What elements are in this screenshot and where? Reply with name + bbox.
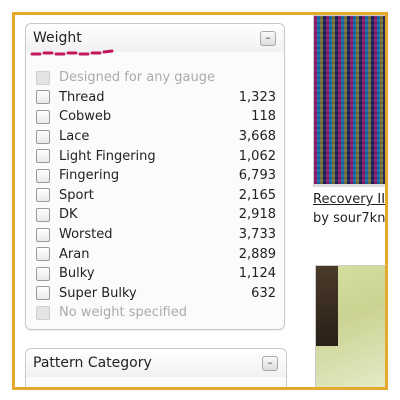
weight-option-checkbox[interactable]	[36, 207, 50, 222]
weight-option-label: Sport	[59, 187, 94, 203]
weight-option-count: 1,062	[238, 148, 276, 164]
pattern-byline: by sour7kn	[313, 211, 386, 226]
weight-option-count: 1,124	[238, 266, 276, 282]
weight-option-count: 6,793	[238, 168, 276, 184]
weight-option-row: Designed for any gauge	[36, 68, 276, 88]
weight-panel-title: Weight	[33, 30, 82, 46]
weight-option-label: Cobweb	[59, 109, 112, 125]
weight-option-checkbox[interactable]	[36, 286, 50, 301]
weight-option-row[interactable]: Fingering 6,793	[36, 166, 276, 186]
screenshot-frame: Weight – Designed for any gauge Thread 1,3…	[12, 12, 388, 390]
weight-options-list: Designed for any gauge Thread 1,323 Cobweb 1…	[26, 52, 284, 329]
weight-option-checkbox[interactable]	[36, 247, 50, 262]
weight-option-label: Lace	[59, 129, 90, 145]
weight-option-row[interactable]: Thread 1,323	[36, 88, 276, 108]
weight-option-label: Light Fingering	[59, 148, 156, 164]
category-collapse-button[interactable]: –	[262, 356, 278, 371]
squiggle-underline-icon	[30, 49, 114, 56]
weight-option-count: 2,889	[238, 246, 276, 262]
weight-option-label: Bulky	[59, 266, 95, 282]
weight-option-label: Worsted	[59, 227, 113, 243]
pattern-category-panel: Pattern Category –	[25, 348, 287, 387]
weight-option-label: Designed for any gauge	[59, 70, 216, 86]
weight-option-label: DK	[59, 207, 78, 223]
weight-option-label: Aran	[59, 246, 90, 262]
weight-option-label: Super Bulky	[59, 285, 137, 301]
weight-option-checkbox[interactable]	[36, 129, 50, 144]
weight-option-checkbox	[36, 70, 50, 85]
weight-option-row[interactable]: Lace 3,668	[36, 127, 276, 147]
filter-sidebar: Weight – Designed for any gauge Thread 1,3…	[25, 23, 285, 330]
weight-option-count: 3,733	[238, 227, 276, 243]
weight-option-checkbox[interactable]	[36, 109, 50, 124]
weight-option-row[interactable]: Bulky 1,124	[36, 264, 276, 284]
weight-option-checkbox[interactable]	[36, 168, 50, 183]
thumbnail-shadow	[316, 266, 338, 346]
weight-option-count: 2,918	[238, 207, 276, 223]
weight-option-count: 118	[251, 109, 276, 125]
weight-option-checkbox[interactable]	[36, 90, 50, 105]
weight-option-row[interactable]: Cobweb 118	[36, 107, 276, 127]
category-panel-header[interactable]: Pattern Category –	[26, 349, 286, 377]
weight-option-row[interactable]: DK 2,918	[36, 205, 276, 225]
weight-option-count: 3,668	[238, 129, 276, 145]
weight-option-checkbox[interactable]	[36, 227, 50, 242]
pattern-thumbnail-2[interactable]	[315, 265, 385, 387]
weight-option-count: 2,165	[238, 187, 276, 203]
weight-option-row[interactable]: Worsted 3,733	[36, 225, 276, 245]
weight-option-checkbox[interactable]	[36, 149, 50, 164]
weight-option-checkbox[interactable]	[36, 266, 50, 281]
weight-option-row[interactable]: Super Bulky 632	[36, 284, 276, 304]
weight-option-checkbox	[36, 305, 50, 320]
pattern-thumbnail-1[interactable]	[313, 15, 385, 187]
weight-filter-panel: Weight – Designed for any gauge Thread 1,3…	[25, 23, 285, 330]
weight-option-label: Fingering	[59, 168, 120, 184]
weight-panel-header[interactable]: Weight –	[26, 24, 284, 56]
weight-option-count: 632	[251, 285, 276, 301]
weight-option-row: No weight specified	[36, 303, 276, 323]
weight-option-label: No weight specified	[59, 305, 187, 321]
pattern-title-link[interactable]: Recovery II	[313, 192, 385, 207]
category-panel-title: Pattern Category	[33, 355, 152, 371]
weight-option-checkbox[interactable]	[36, 188, 50, 203]
weight-option-row[interactable]: Aran 2,889	[36, 244, 276, 264]
weight-collapse-button[interactable]: –	[260, 31, 276, 46]
weight-option-label: Thread	[59, 89, 105, 105]
weight-option-row[interactable]: Light Fingering 1,062	[36, 146, 276, 166]
weight-option-count: 1,323	[238, 89, 276, 105]
weight-option-row[interactable]: Sport 2,165	[36, 186, 276, 206]
